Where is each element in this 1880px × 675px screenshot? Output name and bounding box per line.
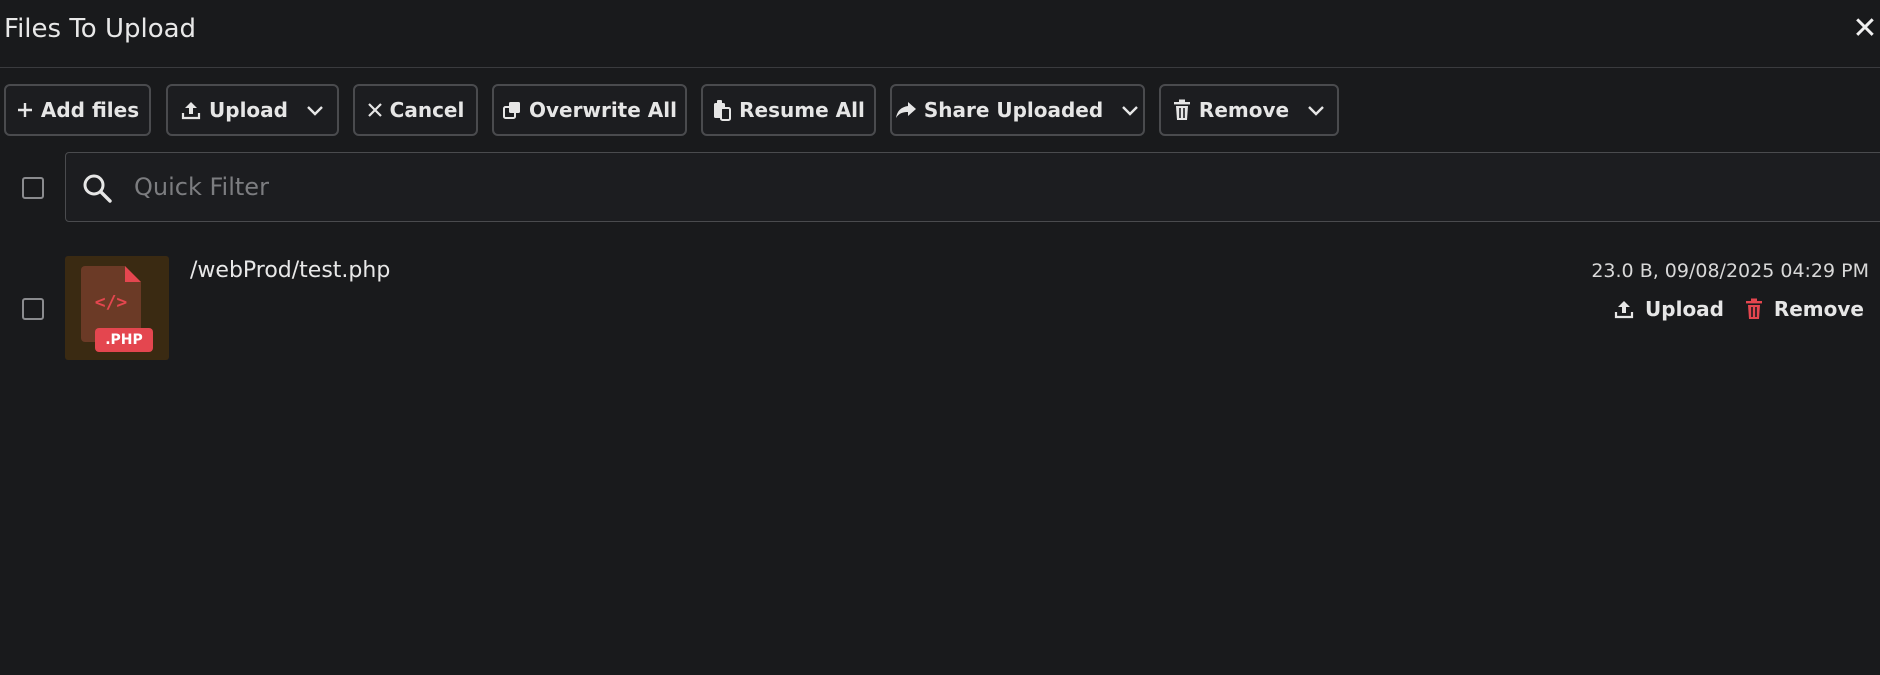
quick-filter-box: [65, 152, 1880, 222]
select-all-checkbox[interactable]: [22, 177, 44, 199]
trash-icon: [1173, 99, 1190, 120]
filter-row: [0, 152, 1880, 222]
file-row: </> .PHP /webProd/test.php 23.0 B, 09/08…: [0, 252, 1880, 362]
quick-filter-input[interactable]: [132, 153, 1832, 221]
file-remove-label: Remove: [1773, 297, 1864, 321]
toolbar: Add files Upload Cancel Overwrite All Re…: [0, 84, 1880, 136]
overwrite-all-button[interactable]: Overwrite All: [492, 84, 687, 136]
file-path: /webProd/test.php: [190, 258, 391, 283]
upload-icon: [181, 102, 201, 120]
file-thumbnail: </> .PHP: [65, 256, 169, 360]
file-upload-button[interactable]: Upload: [1613, 294, 1724, 324]
cancel-label: Cancel: [389, 98, 465, 122]
search-icon: [83, 174, 112, 203]
file-remove-button[interactable]: Remove: [1744, 294, 1864, 324]
file-checkbox[interactable]: [22, 298, 44, 320]
upload-icon: [1614, 301, 1634, 319]
code-glyph: </>: [94, 292, 128, 313]
trash-icon: [1745, 298, 1762, 319]
chevron-down-icon[interactable]: [305, 100, 325, 120]
chevron-down-icon[interactable]: [1306, 100, 1326, 120]
dialog-header: Files To Upload ✕: [0, 0, 1880, 68]
chevron-down-icon[interactable]: [1120, 100, 1140, 120]
share-uploaded-button[interactable]: Share Uploaded: [890, 84, 1145, 136]
remove-button[interactable]: Remove: [1159, 84, 1339, 136]
plus-icon: [17, 103, 32, 117]
resume-all-button[interactable]: Resume All: [701, 84, 876, 136]
share-icon: [895, 102, 916, 118]
dialog-title: Files To Upload: [4, 14, 197, 44]
file-type-badge: .PHP: [95, 328, 153, 352]
overwrite-all-label: Overwrite All: [529, 98, 677, 122]
close-icon[interactable]: ✕: [1850, 12, 1880, 46]
file-meta: 23.0 B, 09/08/2025 04:29 PM: [1591, 260, 1869, 282]
paste-icon: [714, 100, 732, 121]
share-uploaded-label: Share Uploaded: [923, 98, 1104, 122]
upload-label: Upload: [209, 98, 288, 122]
cancel-button[interactable]: Cancel: [353, 84, 478, 136]
x-icon: [367, 103, 382, 117]
add-files-button[interactable]: Add files: [4, 84, 151, 136]
add-files-label: Add files: [40, 98, 140, 122]
copy-icon: [503, 102, 521, 119]
remove-label: Remove: [1198, 98, 1290, 122]
upload-button[interactable]: Upload: [166, 84, 339, 136]
file-upload-label: Upload: [1645, 297, 1724, 321]
resume-all-label: Resume All: [739, 98, 865, 122]
